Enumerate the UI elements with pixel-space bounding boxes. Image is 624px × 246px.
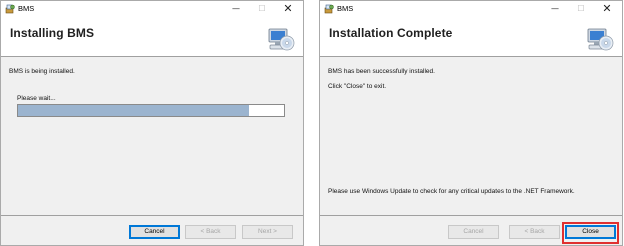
button-bar: Cancel < Back Close: [320, 215, 622, 245]
installer-window-installing: BMS — ☐ ✕ Installing BMS BMS is being in…: [0, 0, 304, 246]
window-title: BMS: [18, 4, 35, 13]
title-bar[interactable]: BMS — ☐ ✕: [320, 1, 622, 17]
installer-window-complete: BMS — ☐ ✕ Installation Complete BMS has …: [319, 0, 623, 246]
progress-label: Please wait...: [17, 95, 56, 102]
progress-fill: [18, 105, 250, 116]
content-area: BMS has been successfully installed. Cli…: [320, 58, 622, 215]
install-status-text: BMS is being installed.: [9, 68, 75, 75]
close-window-button[interactable]: ✕: [594, 1, 620, 17]
content-area: BMS is being installed. Please wait...: [1, 58, 303, 215]
minimize-button[interactable]: —: [542, 1, 568, 17]
computer-cd-icon: [268, 28, 295, 51]
title-bar[interactable]: BMS — ☐ ✕: [1, 1, 303, 17]
installer-app-icon: [324, 4, 334, 14]
back-button[interactable]: < Back: [509, 225, 560, 239]
next-button[interactable]: Next >: [242, 225, 293, 239]
maximize-button[interactable]: ☐: [249, 1, 275, 17]
close-window-button[interactable]: ✕: [275, 1, 301, 17]
installer-app-icon: [5, 4, 15, 14]
progress-bar: [17, 104, 285, 117]
maximize-button[interactable]: ☐: [568, 1, 594, 17]
cancel-button[interactable]: Cancel: [448, 225, 499, 239]
close-button-highlight: [562, 222, 619, 244]
computer-cd-icon: [587, 28, 614, 51]
cancel-button[interactable]: Cancel: [129, 225, 180, 239]
header-banner: Installation Complete: [320, 17, 622, 57]
banner-title: Installation Complete: [329, 26, 453, 40]
window-title: BMS: [337, 4, 354, 13]
button-bar: Cancel < Back Next >: [1, 215, 303, 245]
exit-instruction: Click "Close" to exit.: [328, 83, 387, 90]
success-message: BMS has been successfully installed.: [328, 68, 435, 75]
dotnet-update-note: Please use Windows Update to check for a…: [328, 188, 575, 195]
header-banner: Installing BMS: [1, 17, 303, 57]
back-button[interactable]: < Back: [185, 225, 236, 239]
minimize-button[interactable]: —: [223, 1, 249, 17]
banner-title: Installing BMS: [10, 26, 95, 40]
